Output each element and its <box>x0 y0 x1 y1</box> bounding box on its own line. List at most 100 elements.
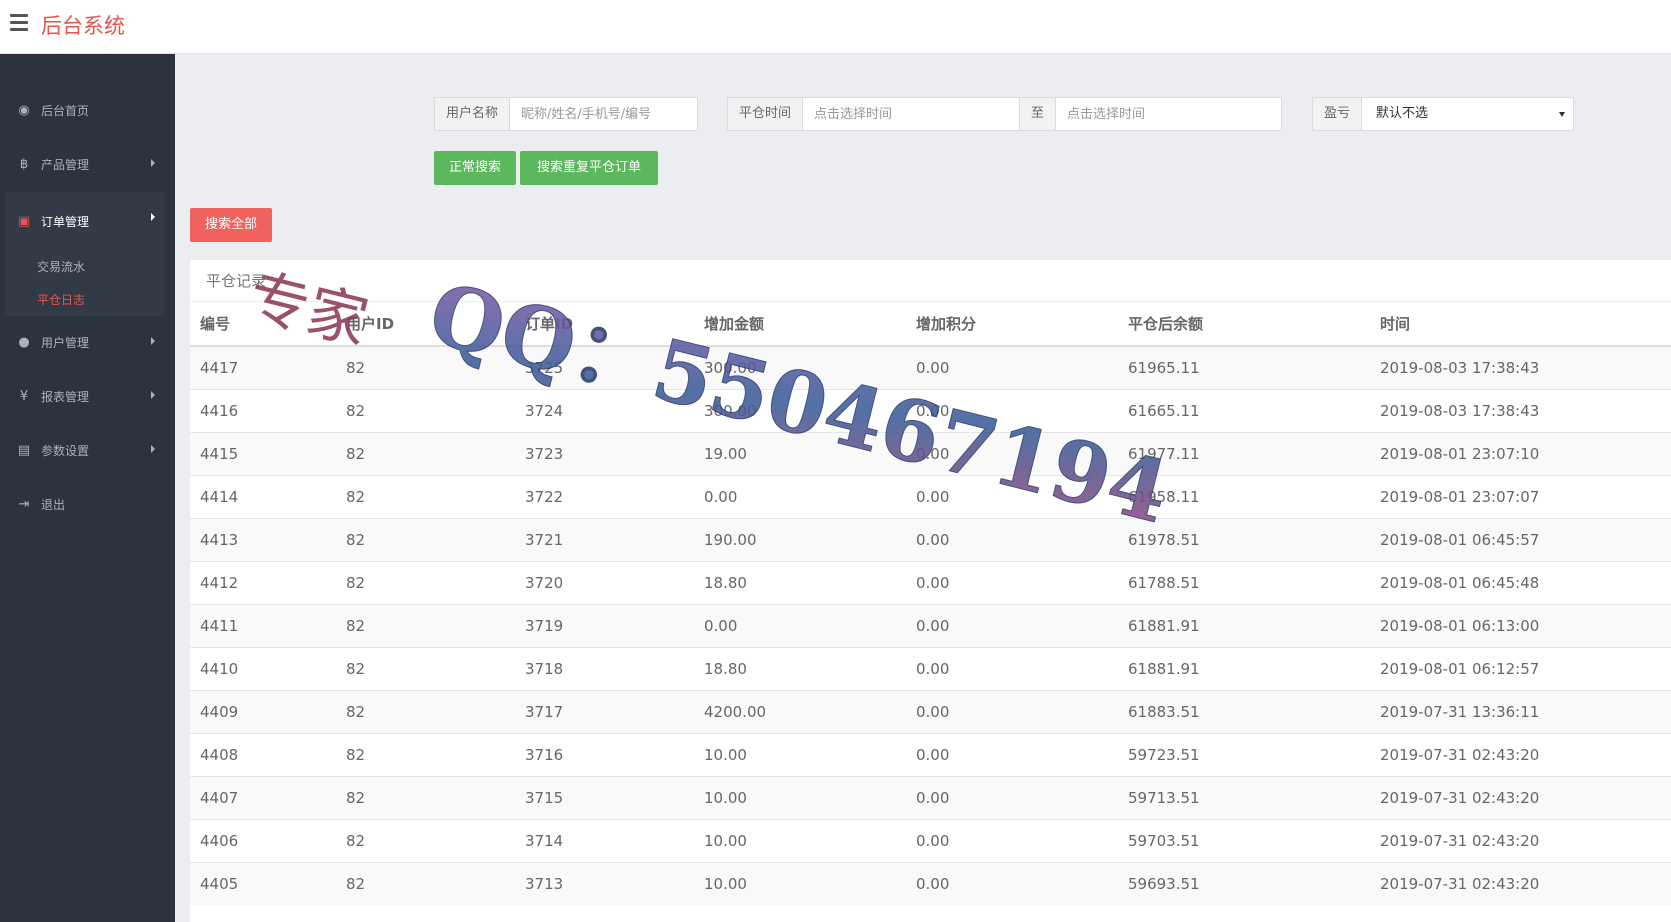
cell-order-id: 3725 <box>515 345 694 389</box>
cell-time: 2019-08-01 06:12:57 <box>1370 646 1671 690</box>
cell-order-id: 3723 <box>515 431 694 475</box>
sidebar-item-label: 退出 <box>41 497 66 512</box>
bitcoin-icon: ฿ <box>19 156 29 172</box>
cell-balance: 61958.11 <box>1118 474 1370 518</box>
cell-points: 0.00 <box>906 775 1118 819</box>
cell-time: 2019-07-31 02:43:20 <box>1370 732 1671 776</box>
cell-time: 2019-08-01 23:07:07 <box>1370 474 1671 518</box>
cell-order-id: 3713 <box>515 861 694 905</box>
chevron-right-icon <box>151 391 155 399</box>
top-header: 后台系统 <box>0 0 1671 54</box>
time-range-separator: 至 <box>1019 98 1057 130</box>
sidebar-item-reports[interactable]: ¥ 报表管理 <box>5 370 165 422</box>
dashboard-icon: ◉ <box>18 102 30 118</box>
cell-balance: 61788.51 <box>1118 560 1370 604</box>
cell-order-id: 3716 <box>515 732 694 776</box>
col-header-points[interactable]: 增加积分 <box>906 302 1118 347</box>
col-header-balance[interactable]: 平仓后余额 <box>1118 302 1370 347</box>
cell-points: 0.00 <box>906 517 1118 561</box>
search-duplicate-button[interactable]: 搜索重复平仓订单 <box>520 151 658 185</box>
table-row: 4405 82 3713 10.00 0.00 59693.51 2019-07-31 02… <box>190 861 1671 905</box>
cell-points: 0.00 <box>906 603 1118 647</box>
cell-id: 4414 <box>190 474 336 518</box>
sidebar-item-users[interactable]: ● 用户管理 <box>5 316 165 368</box>
cell-id: 4411 <box>190 603 336 647</box>
close-time-label: 平仓时间 <box>728 98 804 130</box>
col-header-order-id[interactable]: 订单ID <box>515 302 694 347</box>
cell-balance: 61965.11 <box>1118 345 1370 389</box>
sidebar-item-label: 后台首页 <box>41 103 90 118</box>
cell-balance: 61977.11 <box>1118 431 1370 475</box>
table-header-row: 编号 用户ID 订单ID 增加金额 增加积分 平仓后余额 时间 <box>190 302 1671 347</box>
cell-balance: 61978.51 <box>1118 517 1370 561</box>
cell-amount: 18.80 <box>694 646 906 690</box>
cell-order-id: 3720 <box>515 560 694 604</box>
time-start-input[interactable] <box>803 98 1020 130</box>
col-header-user-id[interactable]: 用户ID <box>336 302 515 347</box>
cell-user-id: 82 <box>336 775 515 819</box>
cell-points: 0.00 <box>906 732 1118 776</box>
sidebar-item-settings[interactable]: ▤ 参数设置 <box>5 424 165 476</box>
cell-order-id: 3719 <box>515 603 694 647</box>
chevron-right-icon <box>151 159 155 167</box>
cell-amount: 18.80 <box>694 560 906 604</box>
sidebar-subitem-trade-flow[interactable]: 交易流水 <box>5 250 165 284</box>
time-end-input[interactable] <box>1056 98 1273 130</box>
cell-balance: 59703.51 <box>1118 818 1370 862</box>
cell-id: 4407 <box>190 775 336 819</box>
profit-label: 盈亏 <box>1313 98 1363 130</box>
cell-time: 2019-07-31 02:43:20 <box>1370 818 1671 862</box>
cell-balance: 59723.51 <box>1118 732 1370 776</box>
normal-search-button[interactable]: 正常搜索 <box>434 151 516 185</box>
sidebar-item-label: 产品管理 <box>41 157 90 172</box>
cell-order-id: 3722 <box>515 474 694 518</box>
cell-id: 4409 <box>190 689 336 733</box>
close-records-panel: 平仓记录 编号 用户ID 订单ID 增加金额 增加积分 平仓后余额 时间 441… <box>190 260 1671 922</box>
col-header-id[interactable]: 编号 <box>190 302 336 347</box>
sidebar-item-orders[interactable]: ▣ 订单管理 <box>5 192 165 250</box>
cell-points: 0.00 <box>906 646 1118 690</box>
cell-balance: 61665.11 <box>1118 388 1370 432</box>
cell-user-id: 82 <box>336 603 515 647</box>
col-header-amount[interactable]: 增加金额 <box>694 302 906 347</box>
sidebar-item-home[interactable]: ◉ 后台首页 <box>5 84 165 136</box>
sidebar-item-products[interactable]: ฿ 产品管理 <box>5 138 165 190</box>
sidebar-item-logout[interactable]: ⇥ 退出 <box>5 478 165 530</box>
profit-select[interactable]: 默认不选 <box>1362 98 1573 130</box>
table-row: 4406 82 3714 10.00 0.00 59703.51 2019-07-31 02… <box>190 818 1671 862</box>
cell-id: 4417 <box>190 345 336 389</box>
profit-select-value: 默认不选 <box>1376 106 1429 121</box>
cell-time: 2019-07-31 02:43:20 <box>1370 861 1671 905</box>
cell-order-id: 3714 <box>515 818 694 862</box>
sidebar-subitem-close-log[interactable]: 平仓日志 <box>5 284 165 316</box>
cell-balance: 61883.51 <box>1118 689 1370 733</box>
table-row: 4415 82 3723 19.00 0.00 61977.11 2019-08-01 23… <box>190 431 1671 475</box>
profit-filter: 盈亏 默认不选 <box>1312 97 1574 131</box>
cell-order-id: 3717 <box>515 689 694 733</box>
table-row: 4407 82 3715 10.00 0.00 59713.51 2019-07-31 02… <box>190 775 1671 819</box>
cell-points: 0.00 <box>906 431 1118 475</box>
cell-user-id: 82 <box>336 431 515 475</box>
cell-time: 2019-08-01 06:13:00 <box>1370 603 1671 647</box>
cell-time: 2019-08-03 17:38:43 <box>1370 345 1671 389</box>
col-header-time[interactable]: 时间 <box>1370 302 1671 347</box>
cell-amount: 10.00 <box>694 732 906 776</box>
cell-amount: 0.00 <box>694 603 906 647</box>
username-input[interactable] <box>510 98 691 130</box>
cell-user-id: 82 <box>336 732 515 776</box>
cell-user-id: 82 <box>336 689 515 733</box>
cell-amount: 0.00 <box>694 474 906 518</box>
cell-id: 4410 <box>190 646 336 690</box>
cell-user-id: 82 <box>336 861 515 905</box>
cell-balance: 61881.91 <box>1118 603 1370 647</box>
sidebar-item-label: 订单管理 <box>41 214 90 229</box>
cell-id: 4416 <box>190 388 336 432</box>
cell-time: 2019-08-01 23:07:10 <box>1370 431 1671 475</box>
close-records-table: 编号 用户ID 订单ID 增加金额 增加积分 平仓后余额 时间 4417 82 37… <box>190 302 1671 905</box>
menu-toggle-icon[interactable] <box>10 14 28 32</box>
cell-amount: 4200.00 <box>694 689 906 733</box>
search-all-button[interactable]: 搜索全部 <box>190 208 272 242</box>
cell-user-id: 82 <box>336 818 515 862</box>
cell-points: 0.00 <box>906 345 1118 389</box>
cell-order-id: 3715 <box>515 775 694 819</box>
